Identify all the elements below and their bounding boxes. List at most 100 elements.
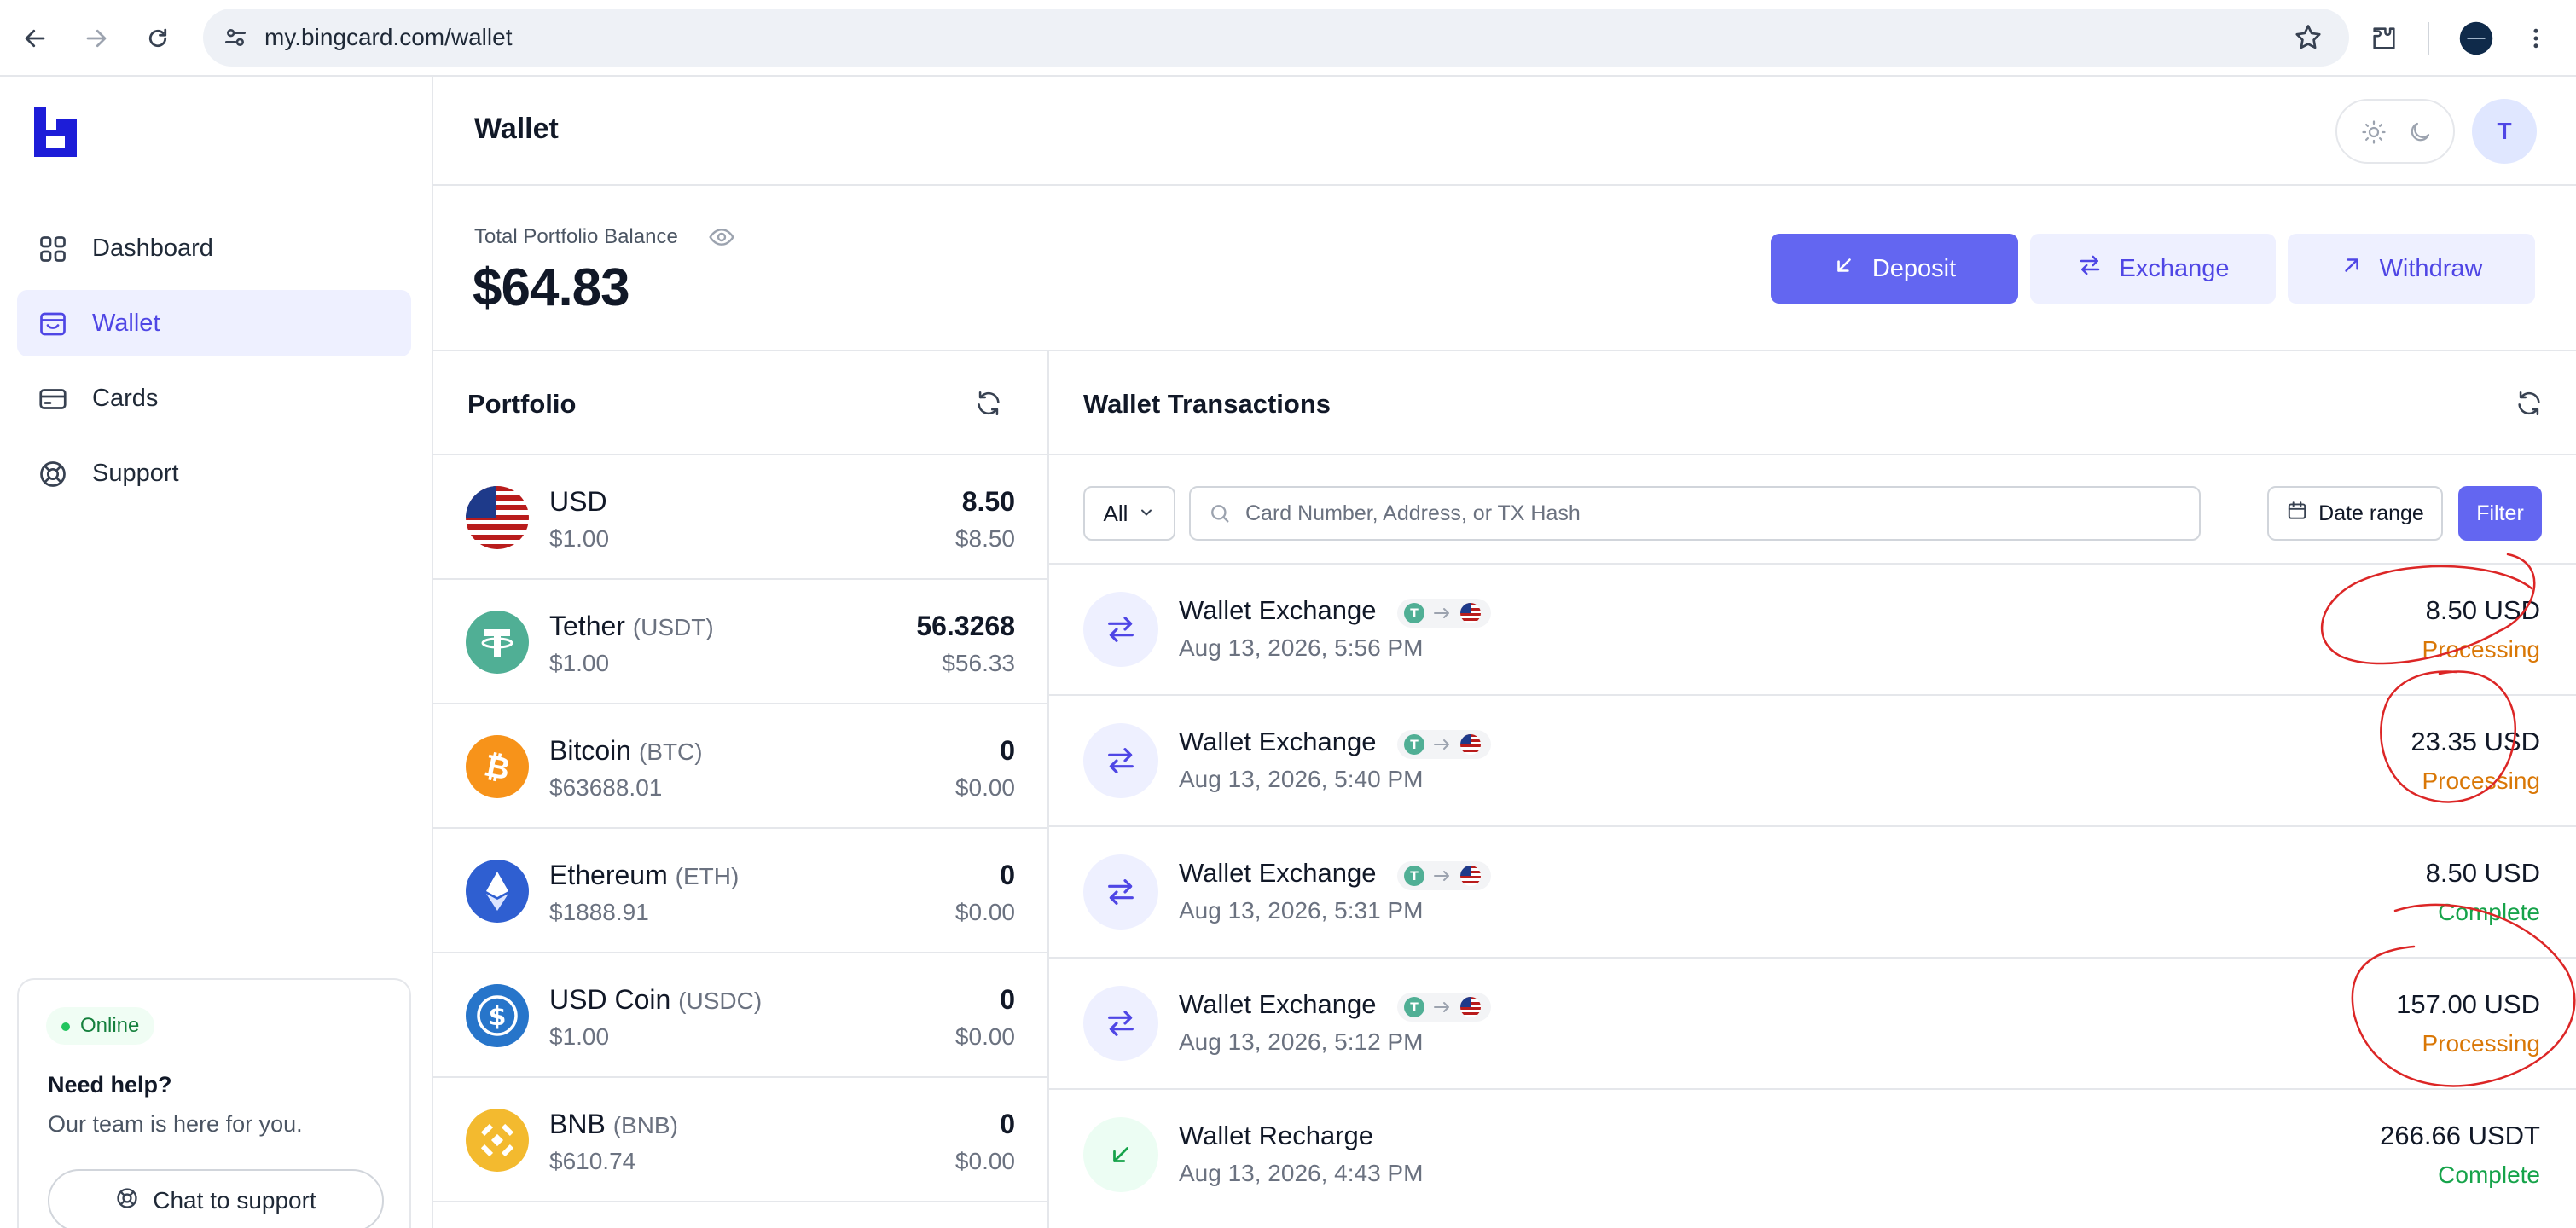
- asset-value: $0.00: [954, 774, 1015, 801]
- portfolio-header: Portfolio: [433, 351, 1049, 455]
- transaction-date: Aug 13, 2026, 4:43 PM: [1179, 1160, 1424, 1186]
- ethereum-icon: [466, 860, 529, 923]
- transaction-status: Processing: [2422, 768, 2540, 794]
- us-flag-icon: [466, 486, 529, 549]
- url-text[interactable]: my.bingcard.com/wallet: [264, 9, 512, 67]
- withdraw-label: Withdraw: [2379, 254, 2483, 282]
- asset-name: Ethereum (ETH): [549, 860, 739, 891]
- transaction-date: Aug 13, 2026, 5:31 PM: [1179, 897, 1424, 924]
- address-bar[interactable]: my.bingcard.com/wallet: [203, 9, 2349, 67]
- back-icon[interactable]: [15, 19, 55, 58]
- usdt-to-usd-icon: T: [1397, 599, 1491, 628]
- transaction-amount: 8.50 USD: [2425, 858, 2540, 888]
- refresh-icon[interactable]: [974, 389, 1003, 418]
- transaction-row[interactable]: Wallet Exchange T Aug 13, 2026, 5:56 PM …: [1049, 565, 2576, 696]
- toolbar-divider: [2428, 22, 2429, 55]
- transaction-title: Wallet Exchange: [1179, 989, 1377, 1019]
- sidebar-item-label: Cards: [92, 384, 159, 412]
- moon-icon[interactable]: [2407, 119, 2433, 149]
- portfolio-title: Portfolio: [467, 389, 577, 419]
- user-avatar[interactable]: T: [2472, 99, 2537, 164]
- date-range-button[interactable]: Date range: [2267, 486, 2443, 541]
- search-field[interactable]: [1189, 486, 2201, 541]
- chat-to-support-label: Chat to support: [153, 1187, 316, 1214]
- asset-symbol: (USDT): [632, 614, 714, 640]
- deposit-button[interactable]: Deposit: [1771, 234, 2018, 304]
- asset-symbol: (ETH): [675, 863, 740, 889]
- card-icon: [38, 384, 68, 414]
- sidebar-item-dashboard[interactable]: Dashboard: [17, 215, 411, 281]
- search-input[interactable]: [1245, 488, 2184, 539]
- transactions-header: Wallet Transactions: [1049, 351, 2576, 455]
- sidebar: Dashboard Wallet Cards Support Online Ne…: [0, 77, 433, 1228]
- svg-text:T: T: [1410, 607, 1419, 621]
- usdt-to-usd-icon: T: [1397, 730, 1491, 759]
- transaction-row[interactable]: Wallet Exchange T Aug 13, 2026, 5:12 PM …: [1049, 959, 2576, 1090]
- asset-amount: 56.3268: [916, 611, 1015, 641]
- asset-row-eth[interactable]: Ethereum (ETH) $1888.91 0 $0.00: [433, 829, 1049, 953]
- extensions-icon[interactable]: [2364, 19, 2404, 58]
- transaction-status: Complete: [2438, 1161, 2540, 1188]
- transaction-status: Processing: [2422, 1030, 2540, 1057]
- withdraw-button[interactable]: Withdraw: [2288, 234, 2535, 304]
- theme-toggle[interactable]: [2335, 99, 2455, 164]
- asset-name-text: Bitcoin: [549, 735, 632, 766]
- svg-text:$: $: [489, 1002, 507, 1032]
- asset-value: $0.00: [954, 1148, 1015, 1174]
- eye-icon[interactable]: [708, 223, 735, 251]
- chevron-down-icon: [1138, 501, 1155, 527]
- site-info-icon[interactable]: [222, 24, 249, 55]
- online-dot-icon: [61, 1022, 70, 1031]
- transaction-date: Aug 13, 2026, 5:40 PM: [1179, 766, 1424, 792]
- asset-row-btc[interactable]: ₿ Bitcoin (BTC) $63688.01 0 $0.00: [433, 704, 1049, 829]
- transaction-type-select[interactable]: All: [1083, 486, 1175, 541]
- asset-name: Bitcoin (BTC): [549, 735, 703, 767]
- bnb-icon: [466, 1109, 529, 1172]
- calendar-icon: [2286, 500, 2308, 528]
- arrow-up-right-icon: [2341, 254, 2363, 283]
- asset-amount: 0: [1000, 735, 1015, 766]
- asset-row-usd[interactable]: USD $1.00 8.50 $8.50: [433, 455, 1049, 580]
- bookmark-star-icon[interactable]: [2293, 22, 2324, 57]
- portfolio-panel: Portfolio USD $1.00 8.50 $8.50 Tether (U…: [433, 351, 1049, 1228]
- profile-icon[interactable]: [2457, 19, 2496, 58]
- asset-name: Tether (USDT): [549, 611, 714, 642]
- forward-icon[interactable]: [77, 19, 116, 58]
- asset-name: USD: [549, 486, 607, 518]
- transaction-row[interactable]: Wallet Exchange T Aug 13, 2026, 5:40 PM …: [1049, 696, 2576, 827]
- sidebar-item-support[interactable]: Support: [17, 440, 411, 507]
- arrow-down-left-icon: [1083, 1117, 1158, 1192]
- transaction-row[interactable]: Wallet Recharge Aug 13, 2026, 4:43 PM 26…: [1049, 1090, 2576, 1221]
- browser-menu-icon[interactable]: [2516, 19, 2556, 58]
- asset-value: $0.00: [954, 899, 1015, 925]
- asset-value: $0.00: [954, 1023, 1015, 1050]
- refresh-icon[interactable]: [2515, 389, 2544, 418]
- svg-text:₿: ₿: [481, 748, 513, 787]
- asset-price: $610.74: [549, 1148, 636, 1174]
- transaction-status: Complete: [2438, 899, 2540, 925]
- sidebar-item-wallet[interactable]: Wallet: [17, 290, 411, 356]
- asset-row-usdt[interactable]: Tether (USDT) $1.00 56.3268 $56.33: [433, 580, 1049, 704]
- usdt-to-usd-icon: T: [1397, 861, 1491, 890]
- asset-row-usdc[interactable]: $ USD Coin (USDC) $1.00 0 $0.00: [433, 953, 1049, 1078]
- asset-name-text: BNB: [549, 1109, 606, 1139]
- reload-icon[interactable]: [138, 19, 177, 58]
- exchange-arrows-icon: [2077, 252, 2103, 285]
- asset-row-bnb[interactable]: BNB (BNB) $610.74 0 $0.00: [433, 1078, 1049, 1202]
- balance-section: Total Portfolio Balance $64.83 Deposit E…: [433, 186, 2576, 351]
- chat-to-support-button[interactable]: Chat to support: [48, 1169, 384, 1228]
- transaction-date: Aug 13, 2026, 5:56 PM: [1179, 634, 1424, 661]
- sun-icon[interactable]: [2361, 119, 2387, 149]
- exchange-button[interactable]: Exchange: [2030, 234, 2276, 304]
- filter-button[interactable]: Filter: [2458, 486, 2542, 541]
- bitcoin-icon: ₿: [466, 735, 529, 798]
- balance-value: $64.83: [473, 258, 630, 317]
- svg-text:T: T: [1410, 870, 1419, 883]
- sidebar-item-cards[interactable]: Cards: [17, 365, 411, 432]
- bingcard-logo[interactable]: [34, 107, 77, 157]
- help-subtitle: Our team is here for you.: [48, 1111, 303, 1137]
- asset-price: $1888.91: [549, 899, 649, 925]
- transaction-type-value: All: [1103, 500, 1128, 526]
- transaction-status: Processing: [2422, 636, 2540, 663]
- transaction-row[interactable]: Wallet Exchange T Aug 13, 2026, 5:31 PM …: [1049, 827, 2576, 959]
